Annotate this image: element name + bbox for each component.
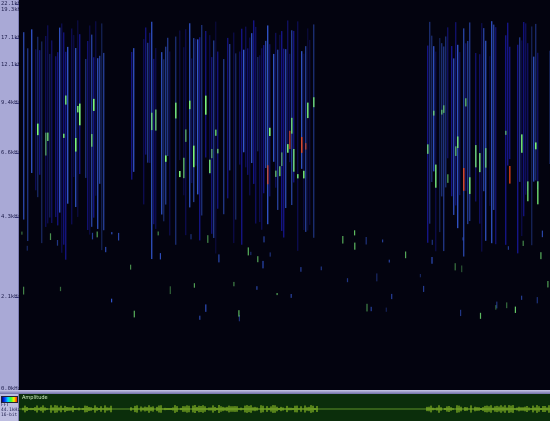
color-scale-button[interactable] xyxy=(1,396,18,403)
bit-depth-label: 16-bit xyxy=(1,413,18,418)
waveform-pane[interactable]: Amplitude xyxy=(19,394,550,421)
waveform-image xyxy=(19,394,550,421)
spectrogram-window: 22.1kHz 19.3kHz 17.1kHz 12.1kHz 9.4kHz 6… xyxy=(0,0,550,421)
waveform-controls: FFT 44.1kHz 16-bit xyxy=(0,394,20,421)
spectrogram-image xyxy=(19,0,550,392)
spectrogram-canvas[interactable] xyxy=(19,0,550,392)
waveform-title: Amplitude xyxy=(22,395,48,401)
frequency-axis: 22.1kHz 19.3kHz 17.1kHz 12.1kHz 9.4kHz 6… xyxy=(0,0,24,392)
